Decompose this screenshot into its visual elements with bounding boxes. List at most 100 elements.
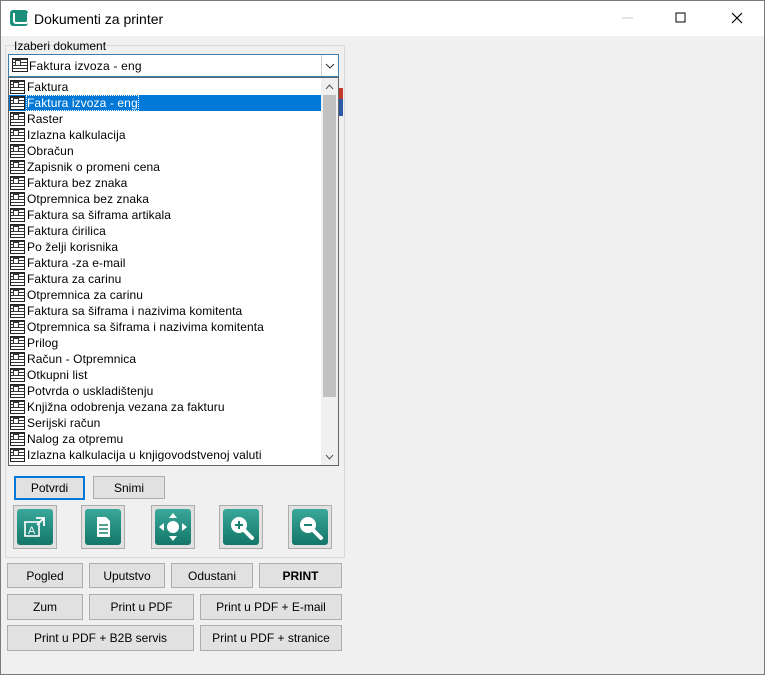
- zoom-in-button[interactable]: [219, 505, 263, 549]
- dropdown-item-label: Faktura izvoza - eng: [26, 95, 139, 111]
- app-logo-icon: [10, 10, 29, 26]
- dropdown-item-label: Raster: [27, 112, 63, 126]
- dropdown-item[interactable]: Faktura: [9, 79, 323, 95]
- dropdown-item-label: Potvrda o uskladištenju: [27, 384, 154, 398]
- snimi-button[interactable]: Snimi: [93, 476, 165, 499]
- document-icon: [85, 509, 121, 545]
- scroll-up-button[interactable]: [321, 78, 338, 95]
- dropdown-item[interactable]: Izlazna kalkulacija: [9, 127, 323, 143]
- hidden-flag-icon: [339, 88, 343, 116]
- document-button[interactable]: [81, 505, 125, 549]
- dropdown-item-label: Faktura: [27, 80, 69, 94]
- dropdown-item[interactable]: Faktura sa šiframa i nazivima komitenta: [9, 303, 323, 319]
- close-icon: [731, 12, 743, 24]
- dropdown-item-label: Izlazna kalkulacija: [27, 128, 126, 142]
- export-button[interactable]: A: [13, 505, 57, 549]
- dropdown-item[interactable]: Faktura sa šiframa artikala: [9, 207, 323, 223]
- dropdown-item[interactable]: Zapisnik o promeni cena: [9, 159, 323, 175]
- maximize-button[interactable]: [658, 1, 704, 35]
- dropdown-item-label: Otpremnica za carinu: [27, 288, 144, 302]
- document-type-icon: [10, 112, 25, 126]
- document-type-icon: [10, 208, 25, 222]
- dropdown-item[interactable]: Obračun: [9, 143, 323, 159]
- document-type-icon: [10, 432, 25, 446]
- dropdown-item[interactable]: Otkupni list: [9, 367, 323, 383]
- odustani-button[interactable]: Odustani: [171, 563, 253, 588]
- zum-button[interactable]: Zum: [7, 594, 83, 620]
- dropdown-item-label: Izlazna kalkulacija u knjigovodstvenoj v…: [27, 448, 262, 462]
- pogled-button[interactable]: Pogled: [7, 563, 83, 588]
- dropdown-item[interactable]: Otpremnica bez znaka: [9, 191, 323, 207]
- close-button[interactable]: [714, 1, 760, 35]
- dropdown-item[interactable]: Prilog: [9, 335, 323, 351]
- zoom-in-icon: [223, 509, 259, 545]
- dropdown-item[interactable]: Nalog za otpremu: [9, 431, 323, 447]
- chevron-up-icon: [325, 83, 334, 89]
- dropdown-item-label: Zapisnik o promeni cena: [27, 160, 161, 174]
- minimize-button[interactable]: [605, 1, 651, 35]
- document-type-icon: [10, 224, 25, 238]
- dropdown-item[interactable]: Račun - Otpremnica: [9, 351, 323, 367]
- dropdown-item[interactable]: Faktura ćirilica: [9, 223, 323, 239]
- document-type-icon: [10, 304, 25, 318]
- zoom-out-icon: [292, 509, 328, 545]
- dropdown-item-label: Knjižna odobrenja vezana za fakturu: [27, 400, 225, 414]
- dropdown-items: Faktura Faktura izvoza - eng Raster Izlazna…: [9, 79, 323, 463]
- dropdown-item[interactable]: Otpremnica za carinu: [9, 287, 323, 303]
- maximize-icon: [675, 12, 686, 23]
- print-pdf-button[interactable]: Print u PDF: [89, 594, 194, 620]
- document-type-icon: [10, 128, 25, 142]
- dropdown-item[interactable]: Serijski račun: [9, 415, 323, 431]
- document-type-icon: [10, 192, 25, 206]
- print-button[interactable]: PRINT: [259, 563, 342, 588]
- zoom-out-button[interactable]: [288, 505, 332, 549]
- export-icon: A: [17, 509, 53, 545]
- dropdown-item-label: Po želji korisnika: [27, 240, 119, 254]
- dropdown-item[interactable]: Potvrda o uskladištenju: [9, 383, 323, 399]
- dropdown-item[interactable]: Raster: [9, 111, 323, 127]
- document-type-icon: [10, 240, 25, 254]
- document-type-icon: [10, 352, 25, 366]
- document-type-icon: [10, 288, 25, 302]
- minimize-icon: [622, 17, 633, 19]
- pan-button[interactable]: [151, 505, 195, 549]
- dropdown-item-label: Nalog za otpremu: [27, 432, 124, 446]
- dropdown-item[interactable]: Faktura izvoza - eng: [9, 95, 323, 111]
- scroll-thumb[interactable]: [323, 95, 336, 397]
- dropdown-scrollbar[interactable]: [321, 78, 338, 465]
- document-select[interactable]: Faktura izvoza - eng: [8, 54, 339, 77]
- document-type-icon: [10, 448, 25, 462]
- dropdown-item-label: Faktura -za e-mail: [27, 256, 126, 270]
- dropdown-item[interactable]: Faktura za carinu: [9, 271, 323, 287]
- dropdown-item-label: Faktura sa šiframa i nazivima komitenta: [27, 304, 243, 318]
- dropdown-toggle[interactable]: [321, 55, 338, 76]
- document-type-icon: [10, 80, 25, 94]
- window: Dokumenti za printer Izaberi dokument Fa…: [0, 0, 765, 675]
- print-pdf-stranice-button[interactable]: Print u PDF + stranice: [200, 625, 342, 651]
- document-type-icon: [10, 256, 25, 270]
- chevron-down-icon: [325, 454, 334, 460]
- dropdown-item[interactable]: Faktura bez znaka: [9, 175, 323, 191]
- title-bar: Dokumenti za printer: [1, 1, 764, 36]
- preview-area: [346, 36, 764, 674]
- dropdown-item[interactable]: Knjižna odobrenja vezana za fakturu: [9, 399, 323, 415]
- scroll-down-button[interactable]: [321, 448, 338, 465]
- document-type-icon: [10, 144, 25, 158]
- dropdown-item-label: Faktura sa šiframa artikala: [27, 208, 172, 222]
- print-pdf-email-button[interactable]: Print u PDF + E-mail: [200, 594, 342, 620]
- document-dropdown-list[interactable]: Faktura Faktura izvoza - eng Raster Izlazna…: [8, 77, 339, 466]
- dropdown-item-label: Faktura bez znaka: [27, 176, 128, 190]
- dropdown-item[interactable]: Izlazna kalkulacija u knjigovodstvenoj v…: [9, 447, 323, 463]
- potvrdi-button[interactable]: Potvrdi: [14, 476, 85, 500]
- document-type-icon: [10, 416, 25, 430]
- dropdown-item-label: Otpremnica bez znaka: [27, 192, 150, 206]
- uputstvo-button[interactable]: Uputstvo: [89, 563, 165, 588]
- dropdown-item-label: Serijski račun: [27, 416, 101, 430]
- document-type-icon: [10, 176, 25, 190]
- dropdown-item[interactable]: Faktura -za e-mail: [9, 255, 323, 271]
- print-pdf-b2b-button[interactable]: Print u PDF + B2B servis: [7, 625, 194, 651]
- pan-icon: [155, 509, 191, 545]
- dropdown-item[interactable]: Otpremnica sa šiframa i nazivima komiten…: [9, 319, 323, 335]
- document-type-icon: [10, 400, 25, 414]
- dropdown-item[interactable]: Po želji korisnika: [9, 239, 323, 255]
